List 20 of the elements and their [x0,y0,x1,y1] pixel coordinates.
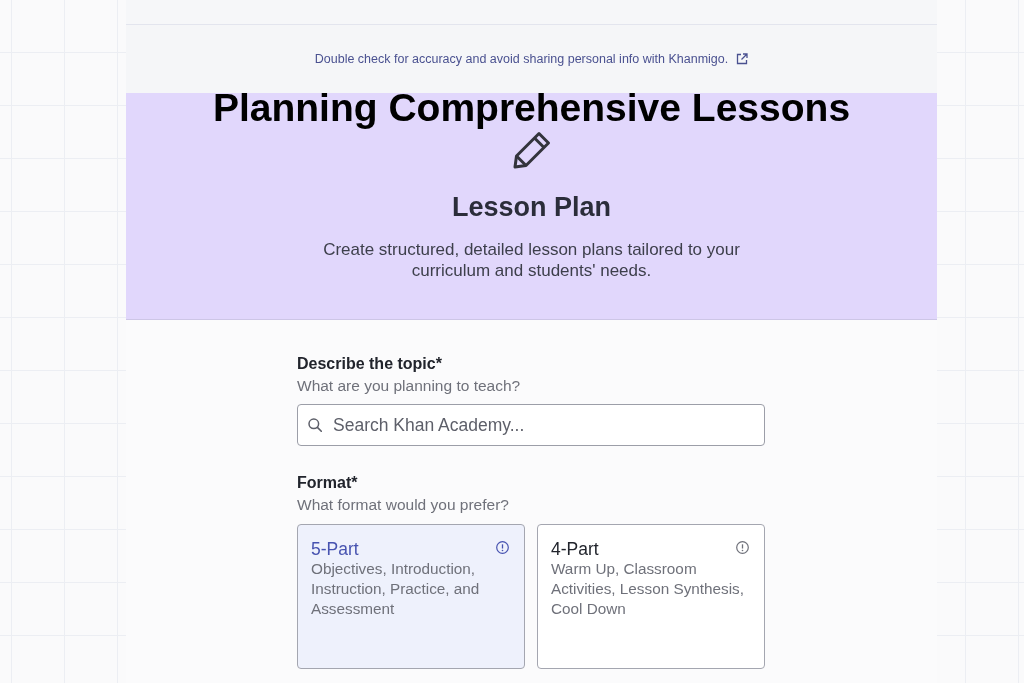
option-description: Warm Up, Classroom Activities, Lesson Synthesis, Cool Down [551,559,745,619]
field-hint: What format would you prefer? [297,495,510,515]
disclaimer-text: Double check for accuracy and avoid sharing personal info with Khanmigo. [314,50,729,68]
info-icon[interactable] [736,541,749,554]
search-field[interactable]: Search Khan Academy... [297,404,765,446]
pencil-icon [511,130,552,170]
field-label: Format* [297,473,359,493]
field-hint: What are you planning to teach? [297,376,522,396]
format-option[interactable]: 5-Part Objectives, Introduction, Instruction, Practice, and Assessment [297,524,525,669]
field-label: Describe the topic* [297,354,443,374]
page-description: Create structured, detailed lesson plans tailored to your curriculum and students' needs. [322,239,741,281]
external-link-icon[interactable] [736,53,749,65]
format-option[interactable]: 4-Part Warm Up, Classroom Activities, Lesson Synthesis, Cool Down [537,524,765,669]
info-icon[interactable] [496,541,509,554]
option-title: 4-Part [551,539,599,559]
option-description: Objectives, Introduction, Instruction, Practice, and Assessment [311,559,481,619]
option-title: 5-Part [311,539,359,559]
search-icon [308,418,322,432]
page-heading: Lesson Plan [451,191,611,224]
overlay-title: Planning Comprehensive Lessons [212,87,851,129]
